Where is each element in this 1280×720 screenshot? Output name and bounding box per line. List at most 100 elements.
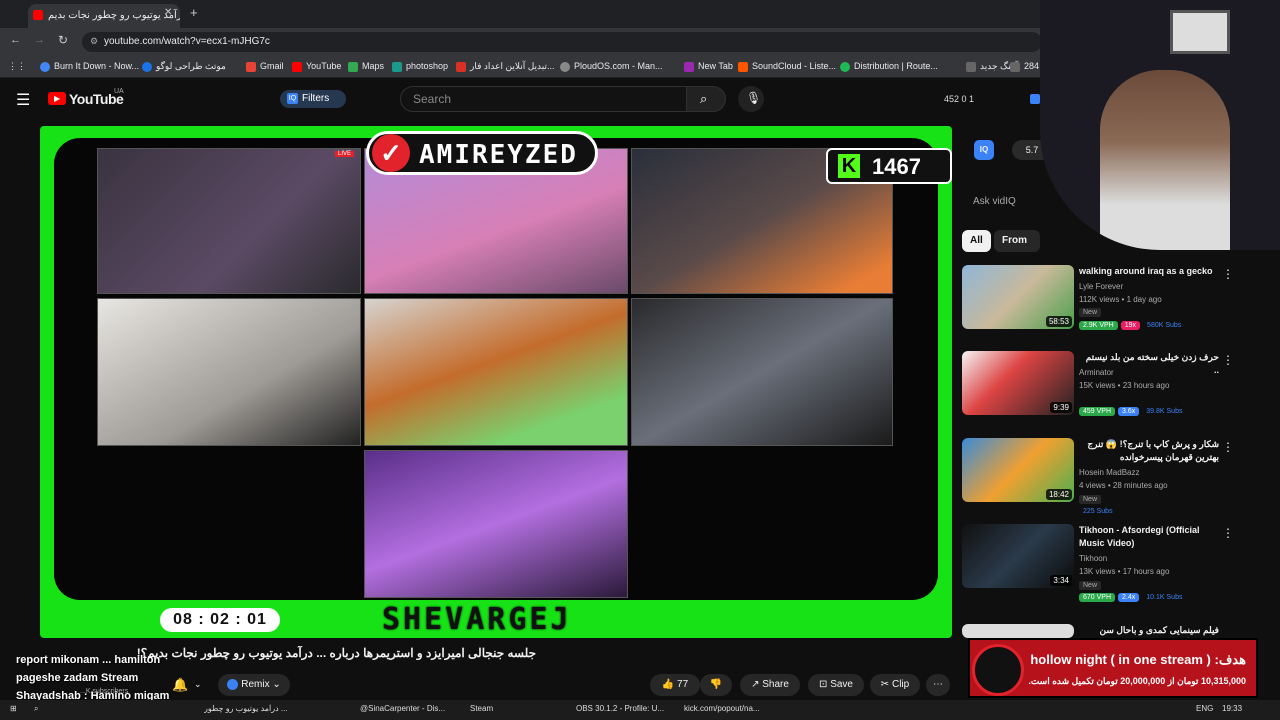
kick-viewer-badge: K 1467	[826, 148, 952, 184]
recommended-video[interactable]: 9:39 حرف زدن خیلی سخته من بلد نیستم .. A…	[962, 351, 1262, 431]
apps-icon[interactable]: ⋮⋮	[8, 61, 26, 72]
tab-title: درآمد یوتیوب رو چطور نجات بدیم	[48, 10, 180, 21]
hamburger-menu-icon[interactable]: ☰	[16, 90, 30, 110]
site-info-icon[interactable]: ⚙	[90, 36, 98, 47]
bookmark-item[interactable]: PloudOS.com - Man...	[560, 61, 663, 72]
chat-message: report mikonam ... hamilton	[16, 654, 161, 666]
recommended-video[interactable]: فیلم سینمایی کمدی و باحال سن پطرزبورگ	[962, 624, 1262, 648]
video-player[interactable]: LIVE	[40, 126, 952, 638]
chevron-down-icon[interactable]: ⌄	[194, 679, 202, 690]
bookmark-icon: ⊡	[819, 679, 828, 690]
taskbar-item[interactable]: درآمد یوتیوب رو چطور ...	[204, 704, 302, 713]
subs-stat: 225 Subs	[1083, 508, 1113, 515]
bookmark-item[interactable]: SoundCloud - Liste...	[738, 61, 836, 72]
channel-name[interactable]: Lyle Forever	[1079, 282, 1123, 291]
more-vert-icon[interactable]: ⋮	[1222, 440, 1234, 454]
vph-stat: 2.9K VPH	[1079, 321, 1118, 330]
vidiq-filters-button[interactable]: IQ Filters	[280, 90, 346, 108]
chip-from-persian[interactable]: From Persian	[994, 230, 1040, 252]
webcam-tile	[97, 298, 361, 446]
video-meta: 13K views • 17 hours ago	[1079, 567, 1170, 576]
more-vert-icon[interactable]: ⋮	[1222, 353, 1234, 367]
taskbar-item[interactable]: OBS 30.1.2 - Profile: U...	[576, 704, 664, 713]
video-meta: 15K views • 23 hours ago	[1079, 381, 1170, 390]
video-thumbnail[interactable]: 9:39	[962, 351, 1074, 415]
recommended-video[interactable]: 58:53 walking around iraq as a gecko Lyl…	[962, 265, 1262, 345]
forward-icon[interactable]: →	[34, 34, 45, 46]
bookmark-item[interactable]: Gmail	[246, 61, 284, 72]
ask-vidiq-input[interactable]: Ask vidIQ	[973, 196, 1016, 207]
recommended-video[interactable]: 18:42 شکار و پرش کاپ با تنرج؟! 😱 تنرج به…	[962, 438, 1262, 518]
windows-start-icon[interactable]: ⊞	[10, 704, 17, 713]
vidiq-icon: IQ	[287, 93, 298, 104]
bookmark-item[interactable]: Maps	[348, 61, 384, 72]
akatsuki-logo-icon	[972, 644, 1024, 696]
recommended-video[interactable]: 3:34 Tikhoon - Afsordegi (Official Music…	[962, 524, 1262, 604]
language-indicator[interactable]: ENG	[1196, 704, 1213, 713]
save-button[interactable]: ⊡ Save	[808, 674, 864, 696]
video-title[interactable]: شکار و پرش کاپ با تنرج؟! 😱 تنرج بهترین ق…	[1079, 438, 1219, 464]
bookmark-item[interactable]: photoshop	[392, 61, 448, 72]
video-thumbnail[interactable]: 18:42	[962, 438, 1074, 502]
video-thumbnail[interactable]: 58:53	[962, 265, 1074, 329]
url-field[interactable]: ⚙ youtube.com/watch?v=ecx1-mJHG7c	[82, 32, 1042, 52]
chip-all[interactable]: All	[962, 230, 991, 252]
channel-name[interactable]: Arminator	[1079, 368, 1114, 377]
webcam-person	[1100, 70, 1230, 250]
vph-stat: 670 VPH	[1079, 593, 1116, 602]
more-vert-icon[interactable]: ⋮	[1222, 526, 1234, 540]
channel-name[interactable]: Tikhoon	[1079, 554, 1107, 563]
streamer-name: AMIREYZED	[419, 140, 578, 170]
bookmark-item[interactable]: Distribution | Route...	[840, 61, 938, 72]
remix-button[interactable]: Remix ⌄	[218, 674, 290, 696]
search-placeholder: Search	[413, 92, 452, 106]
kick-count: 1467	[872, 154, 921, 179]
taskbar-clock[interactable]: 19:33	[1222, 704, 1242, 713]
video-title[interactable]: Tikhoon - Afsordegi (Official Music Vide…	[1079, 524, 1219, 550]
search-icon: ⌕	[700, 91, 708, 106]
bookmark-item[interactable]: Burn It Down - Now...	[40, 61, 139, 72]
new-tab-icon[interactable]: +	[190, 5, 198, 20]
search-input[interactable]: Search	[400, 86, 688, 112]
video-thumbnail[interactable]: 3:34	[962, 524, 1074, 588]
channel-name[interactable]: Hosein MadBazz	[1079, 468, 1139, 477]
search-button[interactable]: ⌕	[686, 86, 726, 112]
vidiq-remix-icon	[227, 678, 239, 690]
notification-bell-icon[interactable]: 🔔	[172, 677, 188, 693]
goal-title: هدف: hollow night ( in one stream )	[1030, 652, 1246, 667]
bookmark-item[interactable]: موتث طراحی لوگو	[142, 61, 226, 72]
scissors-icon: ✂	[880, 679, 890, 690]
video-thumbnail[interactable]	[962, 624, 1074, 638]
back-icon[interactable]: ←	[10, 34, 21, 46]
windows-taskbar: ⊞ ⌕ درآمد یوتیوب رو چطور ... @SinaCarpen…	[0, 700, 1280, 720]
taskbar-item[interactable]: kick.com/popout/na...	[684, 704, 760, 713]
url-text: youtube.com/watch?v=ecx1-mJHG7c	[104, 36, 270, 47]
subs-stat: 580K Subs	[1147, 322, 1182, 329]
channel-subscribers: ...K subscribers	[80, 688, 129, 695]
bookmark-item[interactable]: YouTube	[292, 61, 341, 72]
region-code: UA	[114, 88, 124, 95]
browser-tab[interactable]: درآمد یوتیوب رو چطور نجات بدیم	[28, 4, 180, 28]
clip-button[interactable]: ✂ Clip	[870, 674, 920, 696]
subs-stat: 10.1K Subs	[1146, 594, 1183, 601]
stream-layout: LIVE	[54, 138, 938, 600]
more-vert-icon[interactable]: ⋮	[1222, 267, 1234, 281]
multiplier-stat: 2.4x	[1118, 593, 1140, 602]
bookmark-item[interactable]: New Tab	[684, 61, 733, 72]
dislike-button[interactable]: 👎	[700, 674, 732, 696]
wall-frame	[1170, 10, 1230, 54]
taskbar-item[interactable]: Steam	[470, 704, 493, 713]
voice-search-button[interactable]: 🎙	[738, 86, 764, 112]
taskbar-item[interactable]: @SinaCarpenter - Dis...	[360, 704, 445, 713]
reload-icon[interactable]: ↻	[58, 33, 68, 47]
search-icon[interactable]: ⌕	[34, 704, 38, 714]
close-tab-icon[interactable]: ✕	[164, 7, 172, 18]
vidiq-sidebar-icon[interactable]: IQ	[974, 140, 994, 160]
video-title[interactable]: walking around iraq as a gecko	[1079, 265, 1219, 278]
webcam-tile	[364, 298, 628, 446]
bookmark-item[interactable]: تبدیل آنلاین اعداد فار...	[456, 61, 555, 72]
vidiq-header-icon[interactable]	[1030, 94, 1040, 104]
more-actions-button[interactable]: ⋯	[926, 674, 950, 696]
share-button[interactable]: ↗ Share	[740, 674, 800, 696]
like-button[interactable]: 👍 77	[650, 674, 700, 696]
